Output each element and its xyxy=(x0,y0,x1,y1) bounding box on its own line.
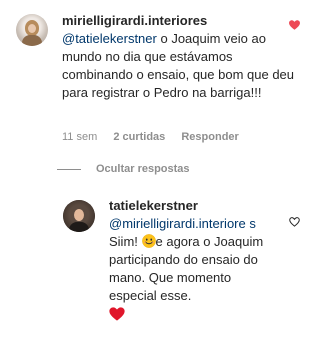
hide-replies-label: Ocultar respostas xyxy=(96,163,190,175)
like-heart-icon[interactable] xyxy=(289,17,300,30)
reply-button[interactable]: Responder xyxy=(181,131,238,143)
comment: mirielligirardi.interiores @tatielekerst… xyxy=(0,0,322,160)
comment-body-part1: Siim! xyxy=(109,234,142,249)
comment-meta: 11 sem 2 curtidas Responder xyxy=(62,131,252,143)
reply-comment: tatielekerstner @mirielligirardi.interio… xyxy=(0,190,322,338)
smiling-face-icon xyxy=(141,234,156,248)
avatar[interactable] xyxy=(63,200,95,232)
mention-link[interactable]: @mirielligirardi.interiore s xyxy=(109,216,256,231)
hide-replies-toggle[interactable]: Ocultar respostas xyxy=(57,163,190,175)
comment-username[interactable]: mirielligirardi.interiores xyxy=(62,13,207,28)
comment-username[interactable]: tatielekerstner xyxy=(109,198,198,213)
comment-text: mirielligirardi.interiores @tatielekerst… xyxy=(62,12,298,102)
like-heart-outline-icon[interactable] xyxy=(289,214,300,227)
mention-link[interactable]: @tatielekerstner xyxy=(62,31,157,46)
avatar[interactable] xyxy=(16,14,48,46)
divider-line xyxy=(57,168,81,170)
comment-text: tatielekerstner @mirielligirardi.interio… xyxy=(109,197,281,323)
comment-time: 11 sem xyxy=(62,131,98,143)
likes-count-link[interactable]: 2 curtidas xyxy=(113,131,165,143)
red-heart-icon xyxy=(109,307,125,321)
